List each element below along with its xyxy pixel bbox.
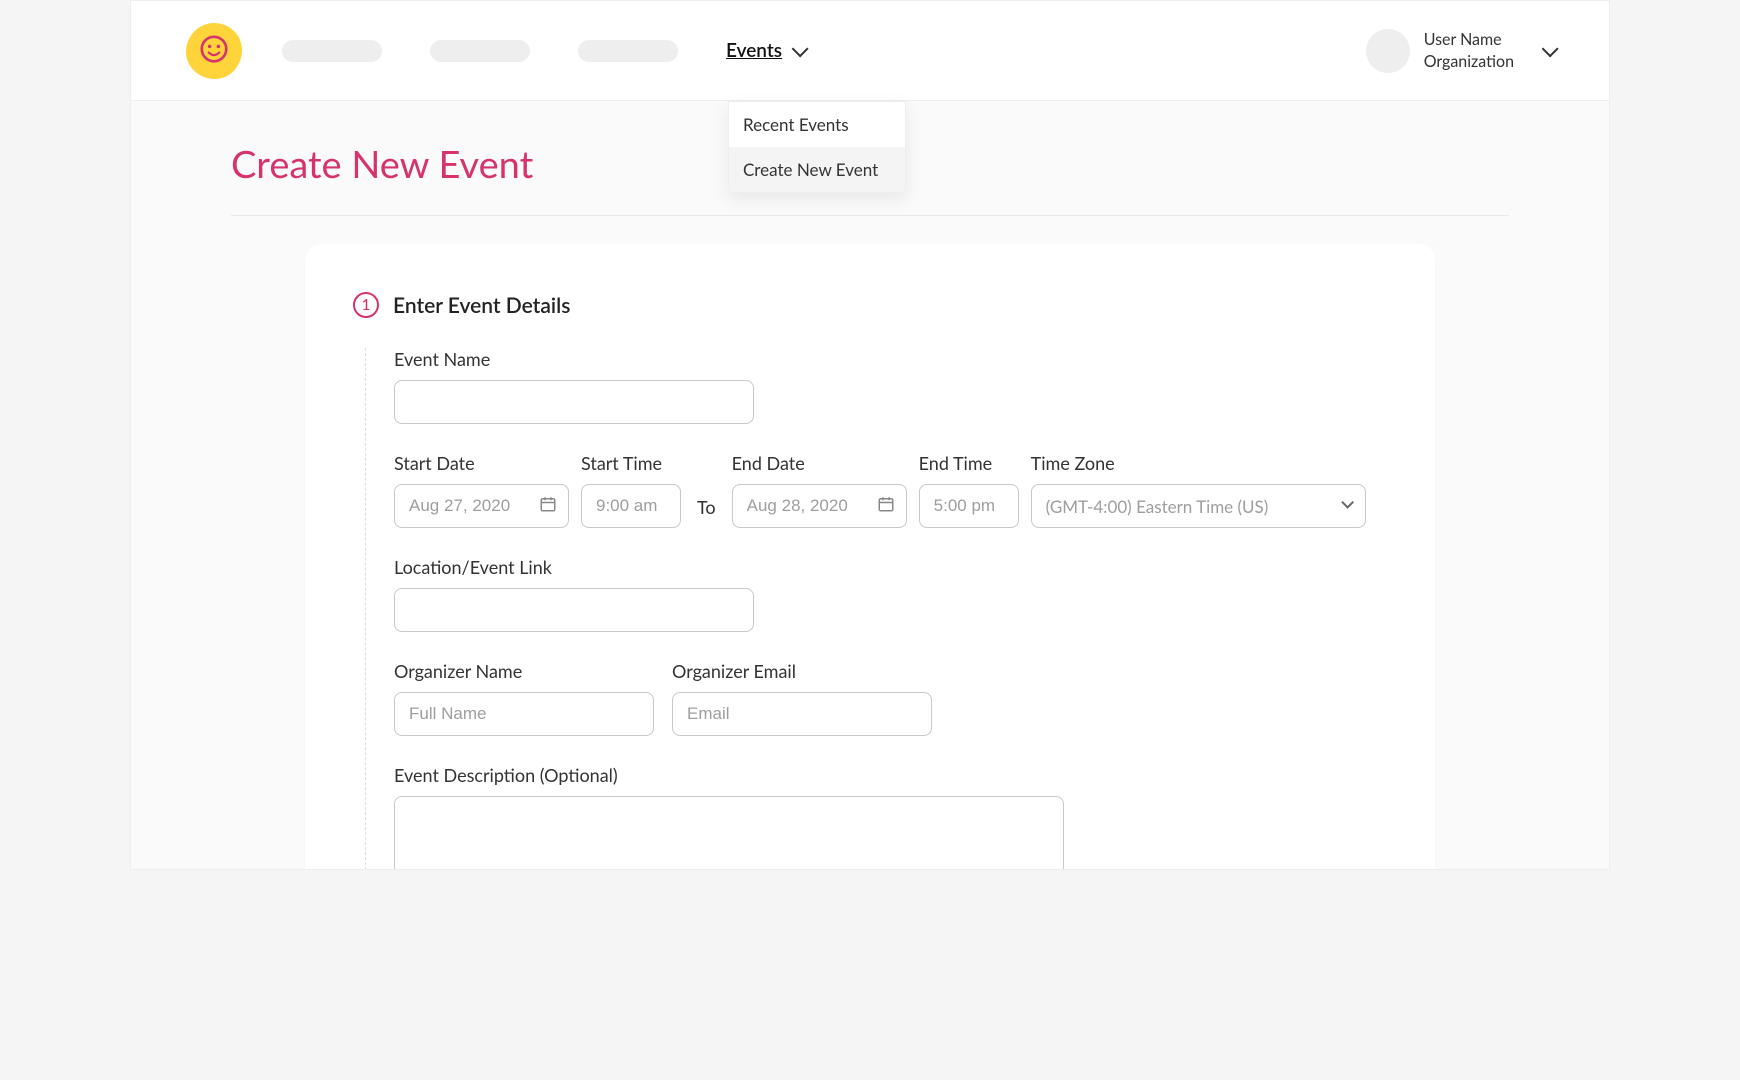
organizer-row: Organizer Name Organizer Email [394, 660, 1387, 736]
chevron-down-icon [1542, 40, 1559, 57]
nav-placeholder-2[interactable] [430, 40, 530, 62]
step-number: 1 [362, 296, 371, 314]
start-date-col: Start Date [394, 452, 569, 528]
organizer-email-input[interactable] [672, 692, 932, 736]
end-date-label: End Date [732, 452, 907, 474]
dates-row: Start Date Start Time To [394, 452, 1387, 528]
events-dropdown: Recent Events Create New Event [728, 101, 906, 193]
user-text: User Name Organization [1424, 29, 1514, 72]
step-header: 1 Enter Event Details [353, 292, 1387, 318]
nav-placeholder-1[interactable] [282, 40, 382, 62]
timezone-label: Time Zone [1031, 452, 1366, 474]
brand-logo[interactable] [186, 23, 242, 79]
description-group: Event Description (Optional) [394, 764, 1387, 870]
start-time-label: Start Time [581, 452, 681, 474]
step-number-badge: 1 [353, 292, 379, 318]
organizer-email-label: Organizer Email [672, 660, 932, 682]
event-form-card: 1 Enter Event Details Event Name Start D… [305, 244, 1435, 870]
avatar [1366, 29, 1410, 73]
organizer-name-col: Organizer Name [394, 660, 654, 736]
start-date-input[interactable] [394, 484, 569, 528]
event-name-input[interactable] [394, 380, 754, 424]
location-label: Location/Event Link [394, 556, 1387, 578]
nav-placeholder-3[interactable] [578, 40, 678, 62]
form-body: Event Name Start Date [365, 348, 1387, 870]
divider [231, 215, 1509, 216]
dropdown-item-label: Create New Event [743, 159, 878, 180]
end-time-col: End Time [919, 452, 1019, 528]
organizer-name-label: Organizer Name [394, 660, 654, 682]
dropdown-item-recent-events[interactable]: Recent Events [729, 102, 905, 147]
dropdown-item-label: Recent Events [743, 114, 849, 135]
event-name-label: Event Name [394, 348, 1387, 370]
step-title: Enter Event Details [393, 293, 570, 318]
location-group: Location/Event Link [394, 556, 1387, 632]
event-name-group: Event Name [394, 348, 1387, 424]
header: Events User Name Organization [131, 1, 1609, 101]
start-date-label: Start Date [394, 452, 569, 474]
dropdown-item-create-new-event[interactable]: Create New Event [729, 147, 905, 192]
end-date-input[interactable] [732, 484, 907, 528]
nav-events-label: Events [726, 39, 782, 62]
description-textarea[interactable] [394, 796, 1064, 870]
to-label: To [697, 496, 716, 528]
description-label: Event Description (Optional) [394, 764, 1387, 786]
start-time-input[interactable] [581, 484, 681, 528]
timezone-col: Time Zone (GMT-4:00) Eastern Time (US) [1031, 452, 1366, 528]
chevron-down-icon [792, 40, 809, 57]
user-name: User Name [1424, 29, 1514, 51]
nav-events[interactable]: Events [726, 39, 804, 62]
monkey-icon [198, 35, 230, 63]
timezone-value: (GMT-4:00) Eastern Time (US) [1046, 496, 1269, 517]
end-time-label: End Time [919, 452, 1019, 474]
page-body: Create New Event 1 Enter Event Details E… [131, 101, 1609, 869]
organizer-email-col: Organizer Email [672, 660, 932, 736]
user-menu[interactable]: User Name Organization [1366, 29, 1554, 73]
location-input[interactable] [394, 588, 754, 632]
end-date-col: End Date [732, 452, 907, 528]
timezone-select[interactable]: (GMT-4:00) Eastern Time (US) [1031, 484, 1366, 528]
user-org: Organization [1424, 51, 1514, 73]
start-time-col: Start Time [581, 452, 681, 528]
organizer-name-input[interactable] [394, 692, 654, 736]
end-time-input[interactable] [919, 484, 1019, 528]
